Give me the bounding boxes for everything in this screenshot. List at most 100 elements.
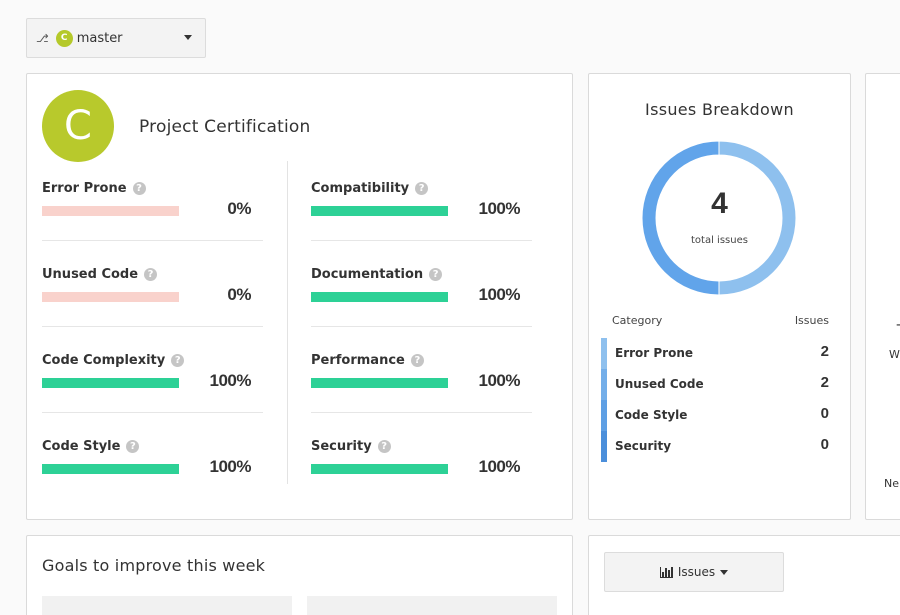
metric-progress-fill (311, 292, 448, 302)
category-column-header: Category (612, 314, 663, 327)
help-icon[interactable]: ? (132, 182, 146, 195)
branch-selector[interactable]: ⎇ C master (26, 18, 206, 58)
metric-value: 100% (478, 199, 521, 218)
partial-card-dash: - (896, 317, 900, 333)
help-icon[interactable]: ? (415, 182, 429, 195)
partial-card-text-w: W (889, 348, 900, 361)
metric-progress-fill (42, 378, 179, 388)
issue-category-row[interactable]: Code Style 0 (601, 400, 831, 431)
metric-progress-bar (311, 206, 448, 216)
issue-category-row[interactable]: Error Prone 2 (601, 338, 831, 369)
metric-label: Code Complexity? (42, 353, 185, 368)
metric-progress-fill (311, 206, 448, 216)
metric-progress-bar (42, 378, 179, 388)
category-color-bar (601, 369, 607, 400)
category-issue-count: 2 (820, 343, 829, 360)
goals-card: Goals to improve this week (26, 535, 573, 615)
chevron-down-icon (720, 569, 729, 575)
help-icon[interactable]: ? (144, 268, 158, 281)
metric-label: Security? (311, 439, 391, 454)
goal-item[interactable] (307, 596, 557, 615)
metric-label: Code Style? (42, 439, 140, 454)
metric-value: 0% (227, 199, 251, 218)
total-issues-label: total issues (691, 235, 748, 246)
column-divider (287, 161, 288, 484)
metric-label: Documentation? (311, 267, 443, 282)
metric-documentation: Documentation? 100% (311, 267, 532, 353)
category-color-bar (601, 431, 607, 462)
metric-label: Error Prone? (42, 181, 146, 196)
category-color-bar (601, 400, 607, 431)
metric-progress-bar (42, 206, 179, 216)
issues-breakdown-card: Issues Breakdown 4 total issues Category… (588, 73, 851, 520)
metric-label-text: Security (311, 439, 372, 454)
help-icon[interactable]: ? (429, 268, 443, 281)
category-issue-count: 2 (820, 374, 829, 391)
metric-progress-fill (311, 378, 448, 388)
metric-progress-fill (311, 464, 448, 474)
issues-column-header: Issues (794, 314, 829, 327)
category-issue-count: 0 (820, 405, 829, 422)
metric-value: 0% (227, 285, 251, 304)
metric-progress-bar (311, 464, 448, 474)
metric-error-prone: Error Prone? 0% (42, 181, 263, 267)
metric-value: 100% (478, 285, 521, 304)
metric-unused-code: Unused Code? 0% (42, 267, 263, 353)
help-icon[interactable]: ? (171, 354, 185, 367)
issues-chart-card: Issues (588, 535, 900, 615)
metric-performance: Performance? 100% (311, 353, 532, 439)
bar-chart-icon (659, 566, 673, 578)
metric-value: 100% (478, 457, 521, 476)
metric-progress-bar (311, 378, 448, 388)
metric-label-text: Unused Code (42, 267, 139, 282)
issue-category-row[interactable]: Security 0 (601, 431, 831, 462)
metric-label-text: Error Prone (42, 181, 127, 196)
help-icon[interactable]: ? (126, 440, 140, 453)
metric-value: 100% (209, 371, 252, 390)
metric-separator (311, 240, 532, 241)
metric-progress-bar (42, 464, 179, 474)
metric-label: Unused Code? (42, 267, 158, 282)
metric-label-text: Code Complexity (42, 353, 166, 368)
metric-label-text: Documentation (311, 267, 424, 282)
metric-label-text: Compatibility (311, 181, 410, 196)
project-certification-title: Project Certification (139, 117, 311, 137)
branch-icon: ⎇ (36, 31, 49, 45)
goal-item[interactable] (42, 596, 292, 615)
issues-dropdown-button[interactable]: Issues (604, 552, 784, 592)
branch-grade-badge: C (55, 29, 73, 47)
metric-separator (311, 412, 532, 413)
issues-breakdown-title: Issues Breakdown (645, 100, 794, 119)
metric-separator (42, 412, 263, 413)
partial-card-text-ne: Ne (884, 477, 899, 490)
category-label: Code Style (615, 408, 688, 422)
metric-progress-bar (42, 292, 179, 302)
help-icon[interactable]: ? (377, 440, 391, 453)
project-grade-badge: C (42, 90, 114, 162)
metric-separator (42, 240, 263, 241)
category-issue-count: 0 (820, 436, 829, 453)
branch-name: master (76, 30, 123, 46)
metric-progress-bar (311, 292, 448, 302)
metric-compatibility: Compatibility? 100% (311, 181, 532, 267)
metric-label: Compatibility? (311, 181, 429, 196)
category-color-bar (601, 338, 607, 369)
metric-separator (42, 326, 263, 327)
category-label: Error Prone (615, 346, 694, 360)
help-icon[interactable]: ? (410, 354, 424, 367)
partial-card: - W Ne (865, 73, 900, 520)
metric-code-complexity: Code Complexity? 100% (42, 353, 263, 439)
issues-dropdown-label: Issues (677, 565, 716, 579)
metric-code-style: Code Style? 100% (42, 439, 263, 525)
metric-value: 100% (209, 457, 252, 476)
chevron-down-icon (184, 35, 192, 40)
goals-title: Goals to improve this week (42, 556, 266, 575)
issue-category-row[interactable]: Unused Code 2 (601, 369, 831, 400)
metric-label: Performance? (311, 353, 424, 368)
metric-label-text: Performance (311, 353, 405, 368)
category-label: Security (615, 439, 672, 453)
metric-progress-fill (42, 464, 179, 474)
total-issues-count: 4 (711, 187, 728, 220)
metric-security: Security? 100% (311, 439, 532, 525)
metric-label-text: Code Style (42, 439, 121, 454)
